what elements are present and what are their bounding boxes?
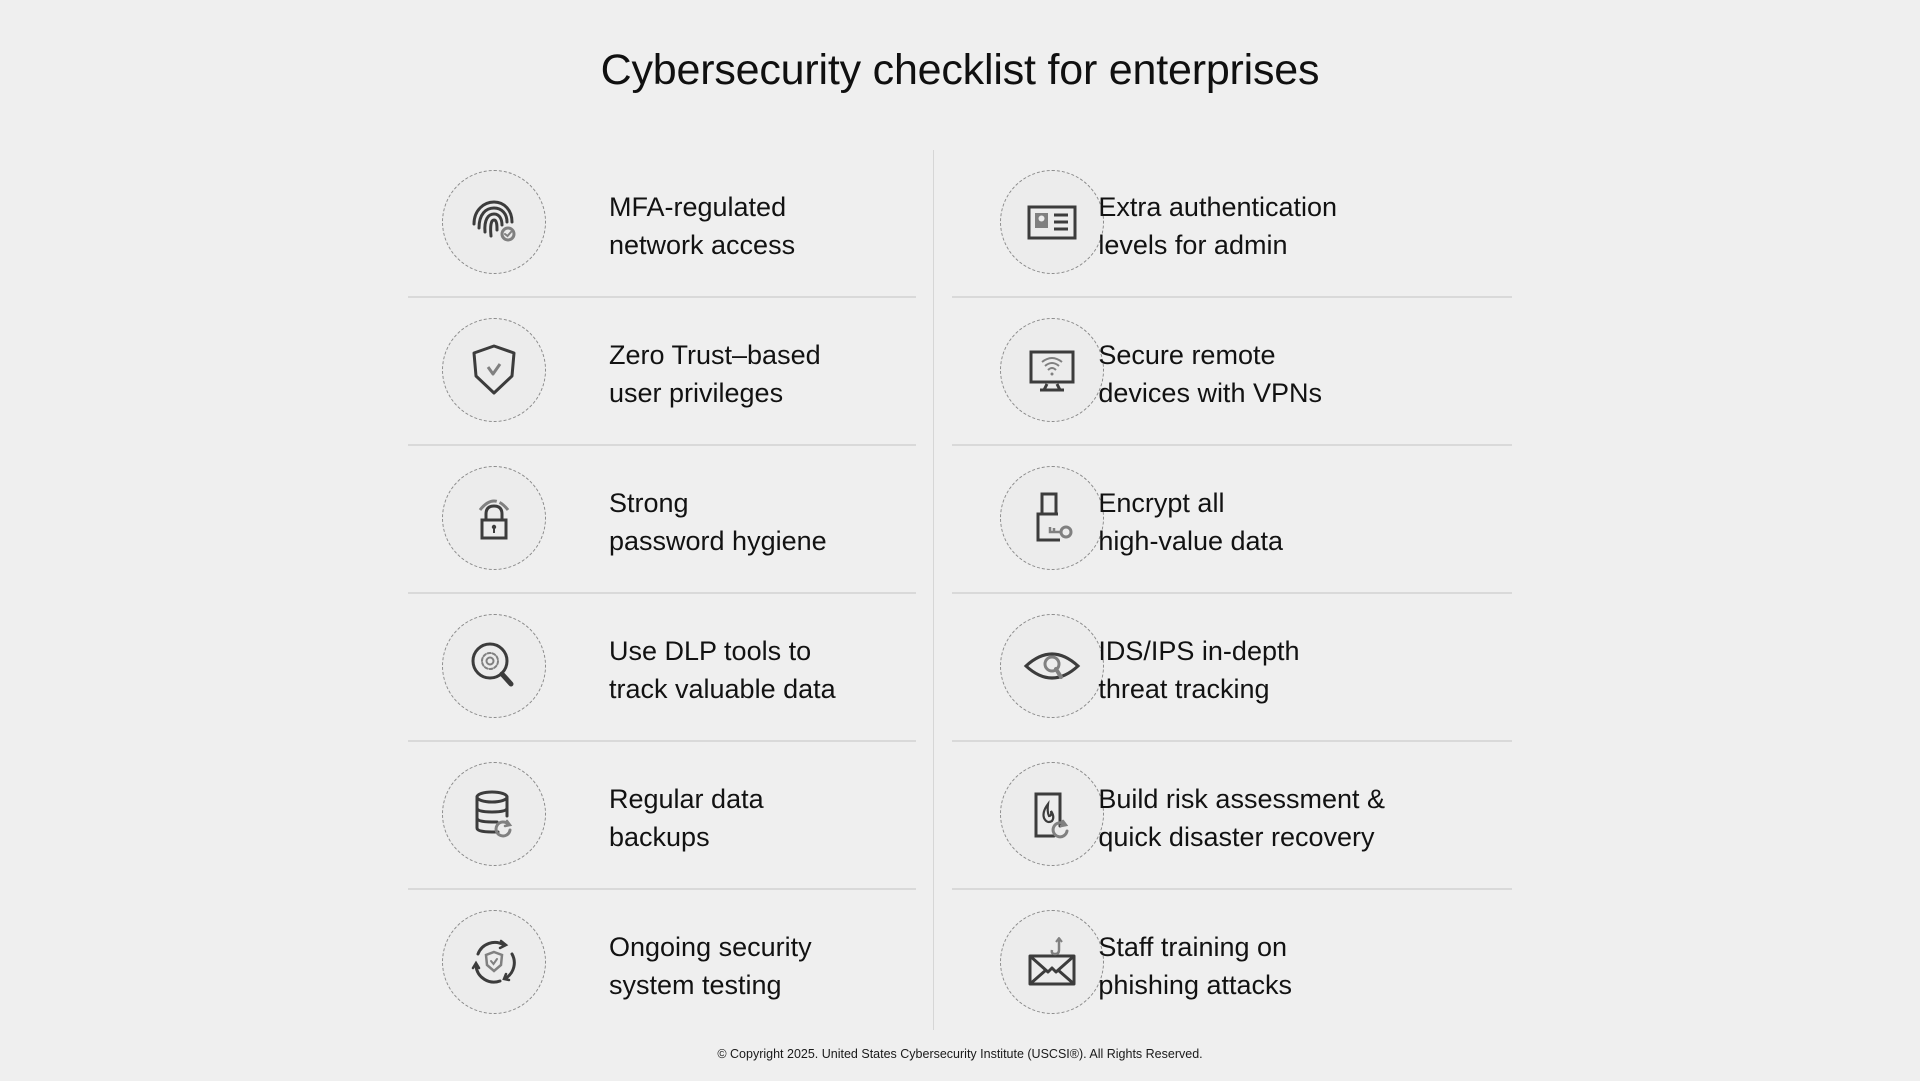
checklist-item: Strong password hygiene	[408, 446, 917, 594]
icon-badge	[442, 466, 546, 570]
checklist-item: Zero Trust–based user privileges	[408, 298, 917, 446]
icon-badge	[1000, 614, 1105, 718]
icon-badge	[442, 910, 546, 1014]
item-label: Build risk assessment & quick disaster r…	[1098, 784, 1385, 852]
item-label: MFA-regulated network access	[609, 192, 796, 260]
shield-cycle-icon	[471, 939, 516, 984]
checklist-row: Use DLP tools to track valuable data IDS…	[408, 594, 1512, 742]
item-label: Extra authentication levels for admin	[1098, 192, 1338, 260]
icon-badge	[1000, 170, 1105, 274]
copyright-footer: © Copyright 2025. United States Cybersec…	[717, 1047, 1203, 1061]
checklist-item: Build risk assessment & quick disaster r…	[952, 742, 1512, 890]
item-label: Secure remote devices with VPNs	[1098, 340, 1322, 408]
database-refresh-icon	[475, 790, 513, 838]
item-label: Strong password hygiene	[609, 488, 827, 556]
item-label: Staff training on phishing attacks	[1098, 932, 1293, 1000]
checklist-item: Staff training on phishing attacks	[952, 890, 1512, 1038]
checklist-item: Use DLP tools to track valuable data	[408, 594, 917, 742]
icon-badge	[1000, 318, 1105, 422]
fingerprint-check-icon	[472, 200, 516, 242]
eye-magnifier-icon	[1024, 652, 1081, 680]
checklist-row: MFA-regulated network access Extra authe…	[408, 150, 1512, 298]
checklist-item: Secure remote devices with VPNs	[952, 298, 1512, 446]
icon-badge	[1000, 466, 1105, 570]
icon-badge	[442, 614, 546, 718]
checklist-item: Regular data backups	[408, 742, 917, 890]
icon-badge	[442, 318, 546, 422]
icon-badge	[1000, 762, 1105, 866]
checklist-item: IDS/IPS in-depth threat tracking	[952, 594, 1512, 742]
item-label: Regular data backups	[609, 784, 764, 852]
id-card-icon	[1027, 205, 1077, 240]
checklist-item: MFA-regulated network access	[408, 150, 917, 298]
checklist-row: Zero Trust–based user privileges Secure …	[408, 298, 1512, 446]
checklist-row: Regular data backups Build risk assessme…	[408, 742, 1512, 890]
item-label: Zero Trust–based user privileges	[609, 340, 821, 408]
icon-badge	[442, 170, 546, 274]
item-label: IDS/IPS in-depth threat tracking	[1098, 636, 1300, 704]
item-label: Use DLP tools to track valuable data	[609, 636, 836, 704]
page-title: Cybersecurity checklist for enterprises	[600, 46, 1320, 94]
item-label: Ongoing security system testing	[609, 932, 812, 1000]
checklist-grid: MFA-regulated network access Extra authe…	[408, 150, 1512, 1038]
document-fire-recovery-icon	[1034, 792, 1069, 839]
padlock-icon	[478, 499, 510, 540]
checklist-item: Extra authentication levels for admin	[952, 150, 1512, 298]
shield-check-icon	[472, 344, 516, 395]
checklist-item: Encrypt all high-value data	[952, 446, 1512, 594]
usb-key-icon	[1036, 492, 1073, 542]
checklist-item: Ongoing security system testing	[408, 890, 916, 1038]
icon-badge	[1000, 910, 1105, 1014]
monitor-wifi-icon	[1029, 350, 1075, 392]
item-label: Encrypt all high-value data	[1098, 488, 1284, 556]
icon-badge	[442, 762, 546, 866]
checklist-row: Strong password hygiene Encrypt all high…	[408, 446, 1512, 594]
checklist-row: Ongoing security system testing Staff tr…	[408, 890, 1512, 1038]
magnifier-gear-icon	[471, 642, 514, 687]
envelope-hook-icon	[1028, 937, 1076, 986]
